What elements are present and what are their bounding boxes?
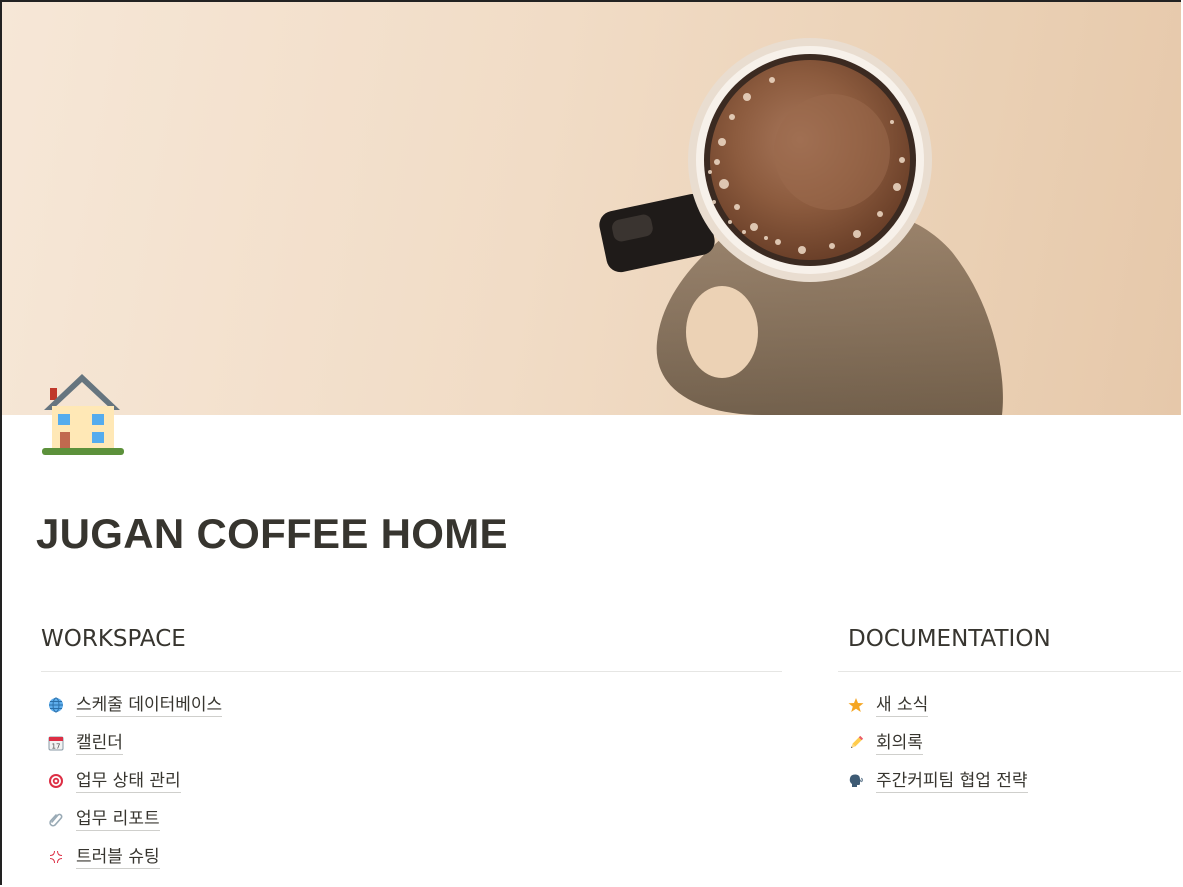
workspace-links: 스케줄 데이터베이스 17 캘린더 업무 상태 관리 업무 리포트 트러블 슈팅	[47, 686, 223, 876]
link-label: 스케줄 데이터베이스	[76, 694, 223, 717]
documentation-divider	[838, 671, 1181, 672]
coffee-cup-illustration	[599, 38, 1003, 415]
target-icon	[47, 772, 65, 790]
workspace-divider	[41, 671, 782, 672]
link-calendar[interactable]: 17 캘린더	[47, 724, 222, 762]
star-icon	[847, 696, 865, 714]
link-label: 주간커피팀 협업 전략	[876, 770, 1028, 793]
anger-icon	[47, 848, 65, 866]
svg-text:17: 17	[52, 743, 61, 751]
link-news[interactable]: 새 소식	[847, 686, 1028, 724]
calendar-icon: 17	[47, 734, 65, 752]
link-label: 캘린더	[76, 732, 123, 755]
speaking-head-icon	[847, 772, 865, 790]
link-meeting-notes[interactable]: 회의록	[847, 724, 1028, 762]
link-work-report[interactable]: 업무 리포트	[47, 800, 222, 838]
house-icon[interactable]	[40, 368, 124, 458]
globe-icon	[47, 696, 65, 714]
link-label: 트러블 슈팅	[76, 846, 160, 869]
link-troubleshooting[interactable]: 트러블 슈팅	[47, 838, 222, 876]
link-label: 회의록	[876, 732, 923, 755]
workspace-heading: WORKSPACE	[41, 626, 186, 652]
documentation-links: 새 소식 회의록 주간커피팀 협업 전략	[847, 686, 1028, 800]
link-collab-strategy[interactable]: 주간커피팀 협업 전략	[847, 762, 1028, 800]
pencil-icon	[847, 734, 865, 752]
link-label: 새 소식	[876, 694, 929, 717]
link-schedule-database[interactable]: 스케줄 데이터베이스	[47, 686, 223, 724]
page-frame: JUGAN COFFEE HOME WORKSPACE 스케줄 데이터베이스 1…	[0, 0, 1181, 885]
link-label: 업무 상태 관리	[76, 770, 181, 793]
documentation-heading: DOCUMENTATION	[848, 626, 1051, 652]
link-task-status[interactable]: 업무 상태 관리	[47, 762, 222, 800]
paperclip-icon	[47, 810, 65, 828]
page-title: JUGAN COFFEE HOME	[36, 510, 508, 557]
cover-image[interactable]	[2, 2, 1181, 415]
link-label: 업무 리포트	[76, 808, 160, 831]
